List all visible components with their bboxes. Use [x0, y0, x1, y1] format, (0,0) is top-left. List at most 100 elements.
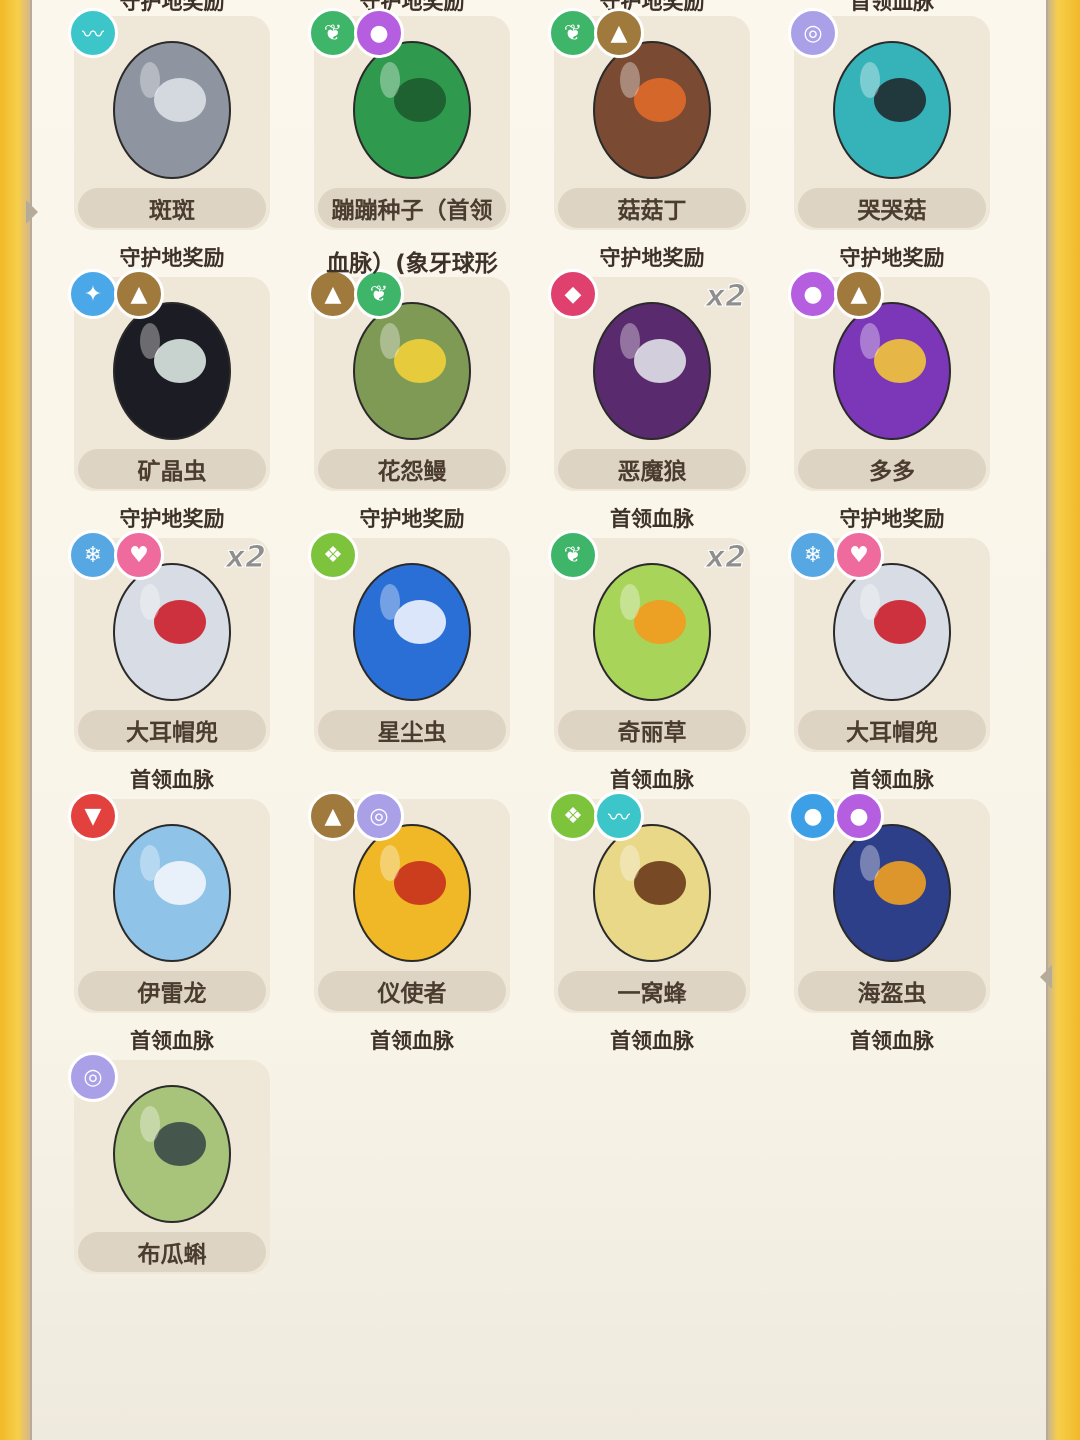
egg-source: 守护地奖励 — [599, 246, 705, 270]
water-icon: ● — [788, 791, 838, 841]
bug-icon-glyph: ❖ — [563, 803, 583, 829]
mystic-icon: ● — [834, 791, 884, 841]
egg-name-continued: 血脉）(象牙球形 — [326, 251, 498, 277]
cute-icon: ♥ — [114, 530, 164, 580]
egg-card[interactable]: ❦ x2 奇丽草 — [548, 530, 750, 752]
ground-icon: ▲ — [594, 8, 644, 58]
wind-icon-glyph: 〰 — [81, 23, 104, 48]
type-badges: ▲ ◎ — [308, 791, 404, 841]
egg-source: 守护地奖励 — [119, 246, 225, 270]
ground-icon-glyph: ▲ — [610, 20, 628, 46]
egg-card[interactable]: ◎ 布瓜蝌 — [68, 1052, 270, 1274]
egg-source: 首领血脉 — [370, 1029, 454, 1053]
ground-icon: ▲ — [114, 269, 164, 319]
egg-name: 大耳帽兜 — [78, 710, 266, 750]
egg-source: 首领血脉 — [850, 1029, 934, 1053]
egg-card[interactable]: ✦ ▲ 矿晶虫 — [68, 269, 270, 491]
ground-icon-glyph: ▲ — [130, 281, 148, 307]
light-icon: ✦ — [68, 269, 118, 319]
ground-icon-glyph: ▲ — [850, 281, 868, 307]
egg-card[interactable]: ❖ 星尘虫 — [308, 530, 510, 752]
egg-name: 哭哭菇 — [798, 188, 986, 228]
egg-name: 仪使者 — [318, 971, 506, 1011]
ice-icon-glyph: ❄ — [803, 542, 823, 568]
egg-name: 奇丽草 — [558, 710, 746, 750]
egg-name: 布瓜蝌 — [78, 1232, 266, 1272]
egg-card[interactable]: 〰斑斑 — [68, 8, 270, 230]
count-badge: x2 — [705, 279, 746, 315]
wind-icon: 〰 — [68, 8, 118, 58]
egg-source: 守护地奖励 — [119, 507, 225, 531]
egg-card[interactable]: ❦ ● 蹦蹦种子（首领 — [308, 8, 510, 230]
bug-icon: ❖ — [548, 791, 598, 841]
egg-source: 首领血脉 — [130, 1029, 214, 1053]
egg-name: 伊雷龙 — [78, 971, 266, 1011]
egg-name: 菇菇丁 — [558, 188, 746, 228]
type-badges: ◎ — [68, 1052, 118, 1102]
grass-icon-glyph: ❦ — [563, 542, 583, 568]
type-badges: ● ▲ — [788, 269, 884, 319]
grass-icon-glyph: ❦ — [563, 20, 583, 46]
right-frame — [1048, 0, 1080, 1440]
dragon-icon-glyph: ▼ — [84, 803, 102, 829]
egg-source: 首领血脉 — [130, 768, 214, 792]
grass-icon: ❦ — [548, 530, 598, 580]
left-notch — [26, 200, 38, 224]
egg-card[interactable]: ▼ 伊雷龙 — [68, 791, 270, 1013]
egg-card[interactable]: ❖ 〰一窝蜂 — [548, 791, 750, 1013]
egg-source: 守护地奖励 — [839, 507, 945, 531]
egg-card[interactable]: ◆ x2 恶魔狼 — [548, 269, 750, 491]
mystic-icon-glyph: ● — [369, 20, 389, 46]
grass-icon-glyph: ❦ — [323, 20, 343, 46]
egg-name: 恶魔狼 — [558, 449, 746, 489]
type-badges: ◆ — [548, 269, 598, 319]
egg-name: 花怨鳗 — [318, 449, 506, 489]
egg-card[interactable]: ❄ ♥ x2 大耳帽兜 — [68, 530, 270, 752]
ice-icon-glyph: ❄ — [83, 542, 103, 568]
type-badges: ❄ ♥ — [68, 530, 164, 580]
egg-card[interactable]: ❦ ▲ 菇菇丁 — [548, 8, 750, 230]
illusion-icon: ◎ — [68, 1052, 118, 1102]
type-badges: ❦ ▲ — [548, 8, 644, 58]
mystic-icon-glyph: ● — [803, 281, 823, 307]
water-icon-glyph: ● — [803, 803, 823, 829]
egg-source: 守护地奖励 — [359, 507, 465, 531]
type-badges: ✦ ▲ — [68, 269, 164, 319]
type-badges: ❖ 〰 — [548, 791, 644, 841]
ground-icon-glyph: ▲ — [324, 281, 342, 307]
bug-icon: ❖ — [308, 530, 358, 580]
mystic-icon: ● — [788, 269, 838, 319]
type-badges: ❦ — [548, 530, 598, 580]
ground-icon: ▲ — [834, 269, 884, 319]
ice-icon: ❄ — [68, 530, 118, 580]
egg-source: 首领血脉 — [610, 507, 694, 531]
egg-card[interactable]: ▲ ❦ 花怨鳗 — [308, 269, 510, 491]
egg-card[interactable]: ❄ ♥ 大耳帽兜 — [788, 530, 990, 752]
grass-icon: ❦ — [548, 8, 598, 58]
wind-icon-glyph: 〰 — [607, 806, 630, 831]
type-badges: ◎ — [788, 8, 838, 58]
ground-icon: ▲ — [308, 791, 358, 841]
egg-card[interactable]: ▲ ◎ 仪使者 — [308, 791, 510, 1013]
egg-card[interactable]: ● ● 海盔虫 — [788, 791, 990, 1013]
egg-image — [113, 41, 231, 179]
mystic-icon-glyph: ● — [849, 803, 869, 829]
grass-icon: ❦ — [308, 8, 358, 58]
egg-name: 多多 — [798, 449, 986, 489]
egg-image — [833, 41, 951, 179]
wind-icon: 〰 — [594, 791, 644, 841]
demon-icon-glyph: ◆ — [564, 281, 582, 307]
type-badges: 〰 — [68, 8, 118, 58]
egg-source: 首领血脉 — [610, 768, 694, 792]
cute-icon-glyph: ♥ — [849, 542, 869, 568]
count-badge: x2 — [705, 540, 746, 576]
mystic-icon: ● — [354, 8, 404, 58]
egg-name: 星尘虫 — [318, 710, 506, 750]
egg-image — [113, 1085, 231, 1223]
egg-name: 蹦蹦种子（首领 — [318, 188, 506, 228]
light-icon-glyph: ✦ — [83, 281, 103, 307]
egg-card[interactable]: ● ▲ 多多 — [788, 269, 990, 491]
type-badges: ❦ ● — [308, 8, 404, 58]
egg-card[interactable]: ◎ 哭哭菇 — [788, 8, 990, 230]
illusion-icon: ◎ — [354, 791, 404, 841]
